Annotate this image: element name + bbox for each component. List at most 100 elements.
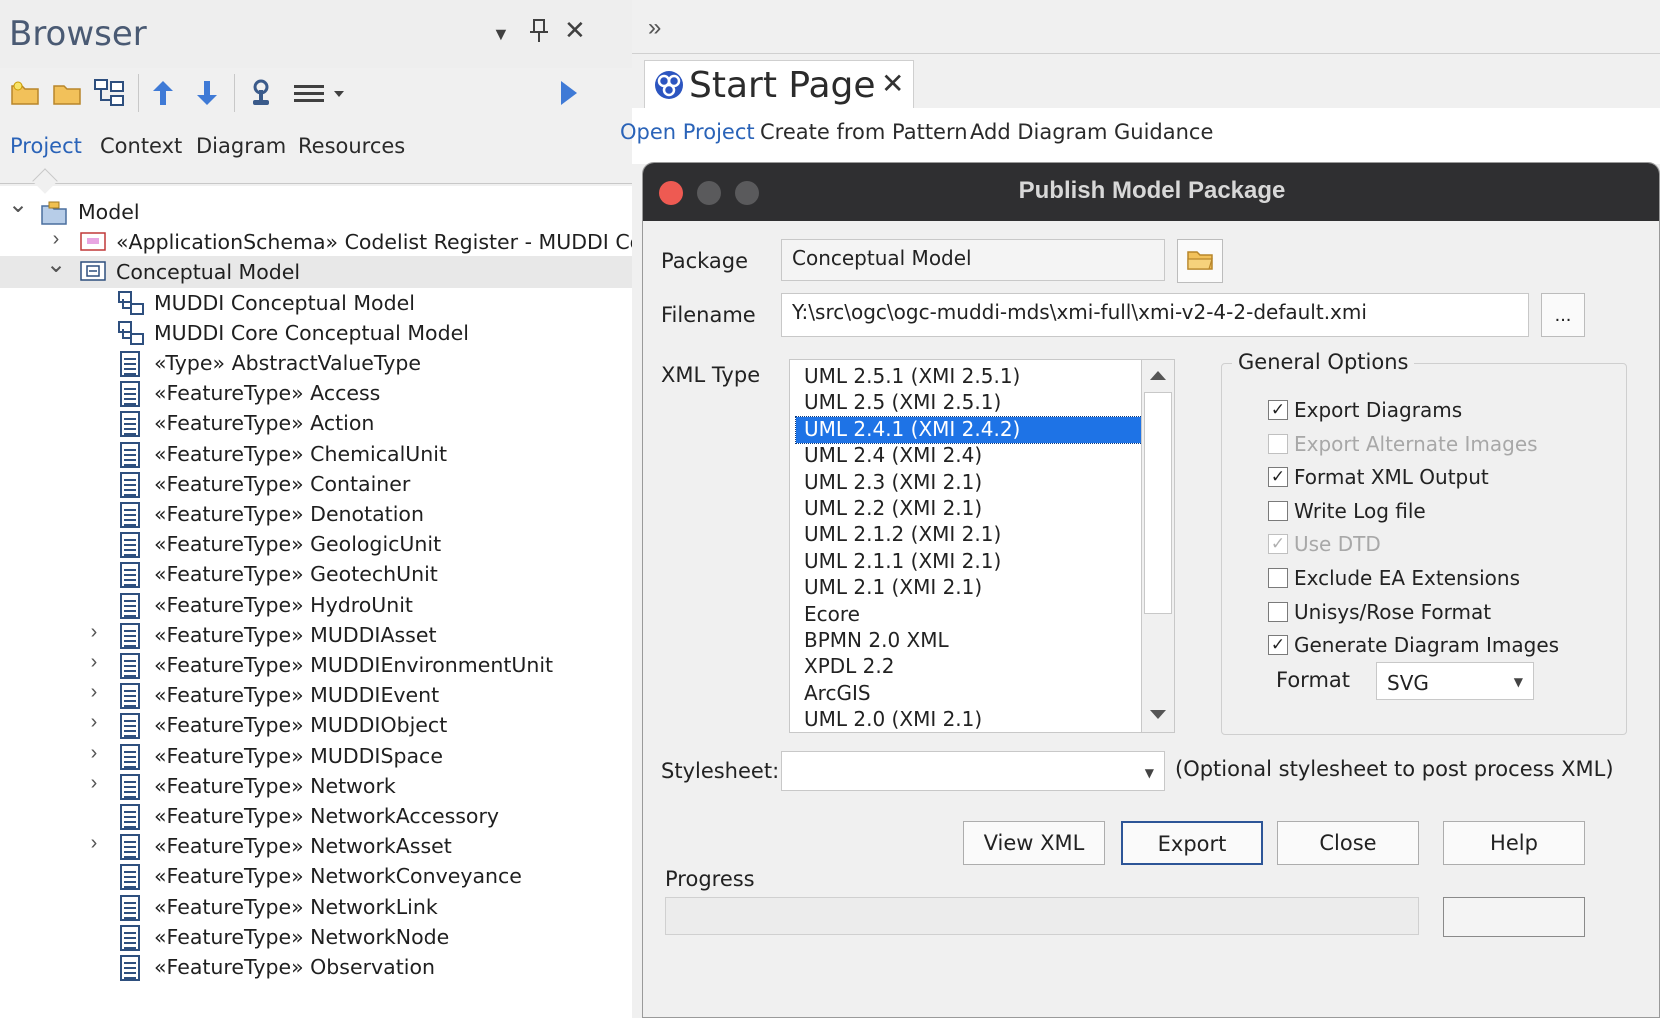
close-icon[interactable]: ✕	[564, 17, 586, 43]
chevron-right-icon[interactable]: ›	[46, 228, 66, 251]
close-button[interactable]: Close	[1277, 821, 1419, 865]
tree-item[interactable]: «FeatureType» NetworkNode	[0, 921, 632, 953]
scroll-down-icon[interactable]	[1149, 708, 1167, 726]
nav-create-from-pattern[interactable]: Create from Pattern	[760, 120, 968, 144]
tree-item[interactable]: «FeatureType» Action	[0, 407, 632, 439]
tree-item[interactable]: «FeatureType» GeotechUnit	[0, 558, 632, 590]
option-checkbox[interactable]	[1268, 500, 1288, 521]
tree-item[interactable]: «FeatureType» NetworkLink	[0, 891, 632, 923]
format-select[interactable]: SVG ▼	[1376, 662, 1534, 700]
nav-open-project[interactable]: Open Project	[620, 120, 755, 144]
option-label: Unisys/Rose Format	[1294, 599, 1492, 624]
stylesheet-select[interactable]: ▼	[781, 751, 1165, 791]
tree-item[interactable]: › «FeatureType» MUDDIObject	[0, 709, 632, 741]
chevron-down-icon[interactable]: ⌄	[46, 250, 66, 279]
chevron-right-icon[interactable]: ›	[84, 651, 104, 674]
option-checkbox[interactable]: ✓	[1268, 400, 1288, 420]
xml-type-option[interactable]: UML 2.5.1 (XMI 2.5.1)	[796, 364, 1142, 390]
tab-project[interactable]: Project	[10, 134, 82, 158]
tree-item[interactable]: «FeatureType» Observation	[0, 951, 632, 983]
cancel-button[interactable]	[1443, 897, 1585, 937]
filename-field[interactable]: Y:\src\ogc\ogc-muddi-mds\xmi-full\xmi-v2…	[781, 293, 1529, 337]
pin-icon[interactable]	[528, 18, 550, 49]
chevron-right-icon[interactable]: ›	[84, 742, 104, 765]
chevron-down-icon[interactable]: ⌄	[8, 190, 28, 219]
tree-item[interactable]: «FeatureType» NetworkAccessory	[0, 800, 632, 832]
chevron-right-icon[interactable]: ›	[84, 772, 104, 795]
tree-item[interactable]: › «FeatureType» MUDDIEvent	[0, 679, 632, 711]
tree-item[interactable]: «FeatureType» Access	[0, 377, 632, 409]
dropdown-icon[interactable]: ▼	[492, 22, 510, 46]
tree-item[interactable]: «FeatureType» HydroUnit	[0, 589, 632, 621]
scroll-thumb[interactable]	[1144, 392, 1172, 614]
xml-type-option[interactable]: UML 2.4.1 (XMI 2.4.2)	[795, 415, 1143, 444]
tree-item[interactable]: › «FeatureType» NetworkAsset	[0, 830, 632, 862]
menu-icon[interactable]	[290, 76, 350, 110]
browse-button[interactable]: ...	[1541, 293, 1585, 337]
nav-add-diagram[interactable]: Add Diagram	[970, 120, 1108, 144]
tree-item[interactable]: › «FeatureType» MUDDISpace	[0, 740, 632, 772]
open-folder-icon	[1186, 247, 1214, 276]
xml-type-option[interactable]: UML 2.1.1 (XMI 2.1)	[796, 549, 1142, 575]
option-checkbox[interactable]: ✓	[1268, 467, 1288, 488]
tree-item[interactable]: «FeatureType» Denotation	[0, 498, 632, 530]
tree-item[interactable]: «FeatureType» ChemicalUnit	[0, 438, 632, 470]
xml-type-option[interactable]: BPMN 2.0 XML	[796, 628, 1142, 654]
tab-context[interactable]: Context	[100, 134, 182, 158]
xml-type-scrollbar[interactable]	[1141, 360, 1174, 732]
move-down-icon[interactable]	[190, 76, 224, 110]
chevron-right-icon[interactable]: ›	[84, 681, 104, 704]
close-tab-icon[interactable]: ✕	[881, 67, 904, 100]
tab-start-page[interactable]: Start Page ✕	[644, 60, 914, 108]
scroll-up-icon[interactable]	[1149, 368, 1167, 386]
option-checkbox[interactable]	[1268, 601, 1288, 622]
tree-item[interactable]: «FeatureType» Container	[0, 468, 632, 500]
expand-icon[interactable]: »	[648, 14, 661, 42]
tab-resources[interactable]: Resources	[298, 134, 405, 158]
select-package-button[interactable]	[1177, 239, 1223, 283]
folder-icon[interactable]	[50, 76, 84, 110]
tree-item[interactable]: ⌄ Conceptual Model	[0, 251, 632, 289]
tree-item[interactable]: MUDDI Core Conceptual Model	[0, 317, 632, 349]
locate-icon[interactable]	[244, 76, 278, 110]
xml-type-option[interactable]: ArcGIS	[796, 681, 1142, 707]
tree-item[interactable]: «FeatureType» GeologicUnit	[0, 528, 632, 560]
tree-item[interactable]: «FeatureType» NetworkConveyance	[0, 860, 632, 892]
export-button[interactable]: Export	[1121, 821, 1263, 865]
model-icon	[40, 200, 67, 225]
chevron-right-icon[interactable]: ›	[84, 711, 104, 734]
chevron-right-icon[interactable]: ›	[84, 832, 104, 855]
tree-item[interactable]: › «ApplicationSchema» Codelist Register -…	[0, 226, 632, 258]
tree-item-label: «FeatureType» Container	[154, 471, 411, 496]
option-checkbox[interactable]	[1268, 568, 1288, 588]
tree-item[interactable]: ⌄ Model	[0, 191, 632, 228]
option-checkbox[interactable]: ✓	[1268, 635, 1288, 656]
xml-type-option[interactable]: UML 2.3 (XMI 2.1)	[796, 470, 1142, 496]
xml-type-option[interactable]: UML 2.1 (XMI 2.1)	[796, 575, 1142, 601]
xml-type-option[interactable]: UML 2.4 (XMI 2.4)	[796, 443, 1142, 469]
tab-diagram[interactable]: Diagram	[196, 134, 286, 158]
xml-type-option[interactable]: XPDL 2.2	[796, 654, 1142, 680]
xml-type-list[interactable]: UML 2.5.1 (XMI 2.5.1) UML 2.5 (XMI 2.5.1)…	[789, 359, 1175, 733]
xml-type-option[interactable]: UML 2.0 (XMI 2.1)	[796, 707, 1142, 732]
tree-item[interactable]: MUDDI Conceptual Model	[0, 287, 632, 319]
xml-type-option[interactable]: Ecore	[796, 602, 1142, 628]
xml-type-option[interactable]: UML 2.2 (XMI 2.1)	[796, 496, 1142, 522]
tree-item[interactable]: › «FeatureType» MUDDIAsset	[0, 619, 632, 651]
chevron-right-icon[interactable]: ›	[84, 621, 104, 644]
tree-item[interactable]: «Type» AbstractValueType	[0, 347, 632, 379]
tree-item[interactable]: › «FeatureType» Network	[0, 770, 632, 802]
help-button[interactable]: Help	[1443, 821, 1585, 865]
play-icon[interactable]	[552, 76, 586, 110]
new-diagram-icon[interactable]	[92, 76, 126, 110]
class-icon	[120, 441, 140, 468]
new-package-icon[interactable]	[8, 76, 42, 110]
xml-type-option[interactable]: UML 2.5 (XMI 2.5.1)	[796, 390, 1142, 416]
view-xml-button[interactable]: View XML	[963, 821, 1105, 865]
start-page-title: Start Page	[689, 65, 876, 106]
xml-type-option[interactable]: UML 2.1.2 (XMI 2.1)	[796, 522, 1142, 548]
package-field[interactable]: Conceptual Model	[781, 239, 1165, 281]
tree-item[interactable]: › «FeatureType» MUDDIEnvironmentUnit	[0, 649, 632, 681]
move-up-icon[interactable]	[146, 76, 180, 110]
nav-guidance[interactable]: Guidance	[1114, 120, 1213, 144]
